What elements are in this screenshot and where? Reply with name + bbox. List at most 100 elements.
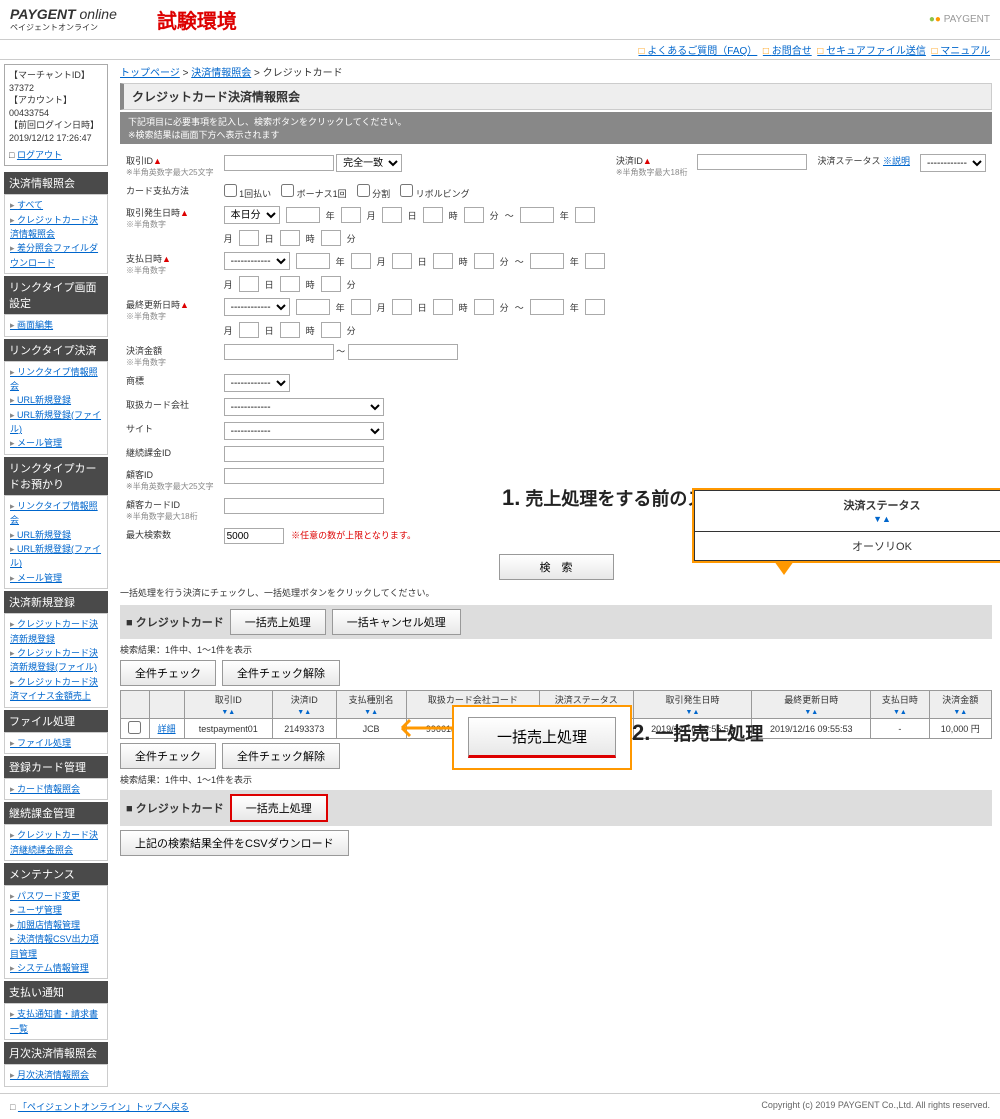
bulk-sales-big-button[interactable]: 一括売上処理 [468,717,616,758]
sidebar-item[interactable]: メール管理 [10,438,62,448]
row-checkbox[interactable] [128,721,141,734]
table-header[interactable]: 支払種別名▼▲ [336,691,406,719]
sidebar-item[interactable]: URL新規登録 [10,530,71,540]
sidebar-item[interactable]: カード情報照会 [10,784,80,794]
sidebar-item[interactable]: 決済情報CSV出力項目管理 [10,934,99,958]
sidebar-item[interactable]: ユーザ管理 [10,905,62,915]
sidebar-item[interactable]: URL新規登録(ファイル) [10,410,101,434]
pay-method-checkbox[interactable] [357,184,370,197]
date-part-input[interactable] [321,230,341,246]
search-button[interactable]: 検 索 [499,554,614,580]
date-part-input[interactable] [433,253,453,269]
date-part-input[interactable] [520,207,554,223]
bulk-cancel-button[interactable]: 一括キャンセル処理 [332,609,461,635]
site-select[interactable]: ------------ [224,422,384,440]
sidebar-item[interactable]: クレジットカード決済新規登録 [10,619,98,643]
sidebar-item[interactable]: リンクタイプ情報照会 [10,501,98,525]
date-part-input[interactable] [392,299,412,315]
faq-link[interactable]: よくあるご質問（FAQ） [638,42,757,57]
brand-select[interactable]: ------------ [224,374,290,392]
max-rows-input[interactable] [224,528,284,544]
sidebar-item[interactable]: システム情報管理 [10,963,89,973]
sidebar-item[interactable]: クレジットカード決済マイナス金額売上 [10,677,98,701]
bc-mid[interactable]: 決済情報照会 [191,68,251,79]
sidebar-item[interactable]: 画面編集 [10,320,53,330]
acquirer-select[interactable]: ------------ [224,398,384,416]
date-part-input[interactable] [575,207,595,223]
date-part-input[interactable] [530,253,564,269]
sidebar-item[interactable]: URL新規登録(ファイル) [10,544,101,568]
date-preset-select[interactable]: ------------ [224,252,290,270]
amount-from-input[interactable] [224,344,334,360]
date-preset-select[interactable]: 本日分 [224,206,280,224]
date-part-input[interactable] [239,276,259,292]
bc-top[interactable]: トップページ [120,68,180,79]
date-part-input[interactable] [296,299,330,315]
date-part-input[interactable] [321,322,341,338]
sidebar-item[interactable]: リンクタイプ情報照会 [10,367,98,391]
table-header[interactable]: 最終更新日時▼▲ [752,691,871,719]
footer-top-link[interactable]: 「ペイジェントオンライン」トップへ戻る [18,1102,189,1112]
status-help-link[interactable]: ※説明 [883,156,910,166]
date-part-input[interactable] [321,276,341,292]
csv-download-button[interactable]: 上記の検索結果全件をCSVダウンロード [120,830,349,856]
manual-link[interactable]: マニュアル [931,42,990,57]
sidebar-item[interactable]: ファイル処理 [10,738,71,748]
check-all-button-top[interactable]: 全件チェック [120,660,216,686]
recurring-id-input[interactable] [224,446,384,462]
customer-id-input[interactable] [224,468,384,484]
detail-link[interactable]: 詳細 [158,724,176,734]
date-part-input[interactable] [464,207,484,223]
date-part-input[interactable] [392,253,412,269]
date-part-input[interactable] [280,230,300,246]
sidebar-item[interactable]: クレジットカード決済情報照会 [10,215,98,239]
uncheck-all-button-top[interactable]: 全件チェック解除 [222,660,340,686]
sidebar-item[interactable]: 加盟店情報管理 [10,920,80,930]
table-header[interactable]: 取引ID▼▲ [184,691,272,719]
table-header[interactable]: 取引発生日時▼▲ [633,691,752,719]
date-part-input[interactable] [382,207,402,223]
date-part-input[interactable] [474,253,494,269]
bulk-sales-button-bottom[interactable]: 一括売上処理 [230,794,328,822]
amount-to-input[interactable] [348,344,458,360]
sidebar-item[interactable]: クレジットカード決済継続課金照会 [10,830,98,854]
date-preset-select[interactable]: ------------ [224,298,290,316]
table-header[interactable]: 決済金額▼▲ [929,691,991,719]
date-part-input[interactable] [585,299,605,315]
match-select[interactable]: 完全一致 [336,154,402,172]
date-part-input[interactable] [474,299,494,315]
sidebar-item[interactable]: パスワード変更 [10,891,80,901]
sidebar-item[interactable]: メール管理 [10,573,62,583]
sidebar-item[interactable]: クレジットカード決済新規登録(ファイル) [10,648,98,672]
secure-file-link[interactable]: セキュアファイル送信 [817,42,926,57]
sidebar-item[interactable]: すべて [10,200,43,210]
customer-card-id-input[interactable] [224,498,384,514]
date-part-input[interactable] [296,253,330,269]
date-part-input[interactable] [585,253,605,269]
date-part-input[interactable] [351,299,371,315]
sidebar-item[interactable]: URL新規登録 [10,395,71,405]
date-part-input[interactable] [530,299,564,315]
payment-id-input[interactable] [697,154,807,170]
table-header[interactable]: 決済ID▼▲ [272,691,336,719]
date-part-input[interactable] [351,253,371,269]
date-part-input[interactable] [423,207,443,223]
date-part-input[interactable] [433,299,453,315]
contact-link[interactable]: お問合せ [763,42,812,57]
pay-method-checkbox[interactable] [400,184,413,197]
pay-method-checkbox[interactable] [224,184,237,197]
date-part-input[interactable] [239,322,259,338]
table-header[interactable]: 支払日時▼▲ [871,691,929,719]
date-part-input[interactable] [286,207,320,223]
sidebar-item[interactable]: 支払通知書・請求書一覧 [10,1009,98,1033]
sidebar-item[interactable]: 差分照会ファイルダウンロード [10,243,98,267]
trade-id-input[interactable] [224,155,334,171]
bulk-sales-button-top[interactable]: 一括売上処理 [230,609,326,635]
pay-method-checkbox[interactable] [281,184,294,197]
date-part-input[interactable] [280,276,300,292]
date-part-input[interactable] [239,230,259,246]
status-select[interactable]: ------------ [920,154,986,172]
date-part-input[interactable] [341,207,361,223]
date-part-input[interactable] [280,322,300,338]
sidebar-item[interactable]: 月次決済情報照会 [10,1070,89,1080]
